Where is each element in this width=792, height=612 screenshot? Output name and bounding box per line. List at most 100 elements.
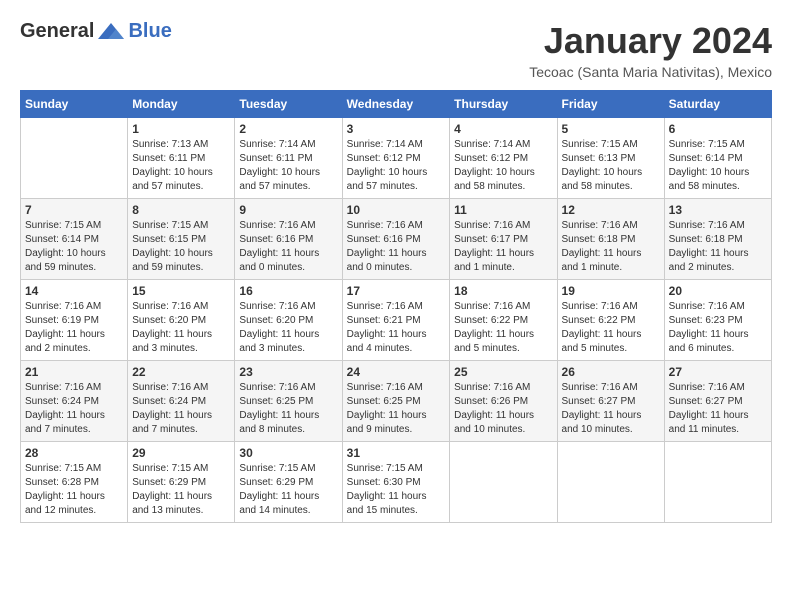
- calendar-day-cell: [21, 118, 128, 199]
- day-info: Sunrise: 7:16 AMSunset: 6:22 PMDaylight:…: [562, 300, 660, 356]
- day-info: Sunrise: 7:13 AMSunset: 6:11 PMDaylight:…: [132, 138, 230, 194]
- calendar-day-cell: 4 Sunrise: 7:14 AMSunset: 6:12 PMDaylight…: [450, 118, 557, 199]
- weekday-header: Monday: [128, 91, 235, 118]
- day-number: 24: [347, 365, 446, 379]
- calendar-day-cell: 30 Sunrise: 7:15 AMSunset: 6:29 PMDayligh…: [235, 442, 342, 523]
- day-info: Sunrise: 7:16 AMSunset: 6:27 PMDaylight:…: [562, 381, 660, 437]
- weekday-header: Friday: [557, 91, 664, 118]
- calendar-week-row: 28Sunrise: 7:15 AMSunset: 6:28 PMDayligh…: [21, 442, 772, 523]
- day-number: 4: [454, 122, 552, 136]
- title-block: January 2024 Tecoac (Santa Maria Nativit…: [529, 20, 772, 80]
- day-info: Sunrise: 7:15 AMSunset: 6:29 PMDaylight:…: [132, 462, 230, 518]
- day-number: 17: [347, 284, 446, 298]
- day-number: 6: [669, 122, 767, 136]
- calendar-day-cell: 12 Sunrise: 7:16 AMSunset: 6:18 PMDayligh…: [557, 199, 664, 280]
- calendar-day-cell: 10 Sunrise: 7:16 AMSunset: 6:16 PMDayligh…: [342, 199, 450, 280]
- day-info: Sunrise: 7:15 AMSunset: 6:29 PMDaylight:…: [239, 462, 337, 518]
- day-info: Sunrise: 7:16 AMSunset: 6:23 PMDaylight:…: [669, 300, 767, 356]
- day-number: 11: [454, 203, 552, 217]
- weekday-header: Thursday: [450, 91, 557, 118]
- day-info: Sunrise: 7:16 AMSunset: 6:16 PMDaylight:…: [239, 219, 337, 275]
- calendar-day-cell: 13 Sunrise: 7:16 AMSunset: 6:18 PMDayligh…: [664, 199, 771, 280]
- calendar-day-cell: [450, 442, 557, 523]
- calendar-day-cell: 16 Sunrise: 7:16 AMSunset: 6:20 PMDayligh…: [235, 280, 342, 361]
- calendar-day-cell: 23 Sunrise: 7:16 AMSunset: 6:25 PMDayligh…: [235, 361, 342, 442]
- day-number: 9: [239, 203, 337, 217]
- calendar-day-cell: 31Sunrise: 7:15 AMSunset: 6:30 PMDayligh…: [342, 442, 450, 523]
- day-number: 26: [562, 365, 660, 379]
- calendar-day-cell: 20 Sunrise: 7:16 AMSunset: 6:23 PMDayligh…: [664, 280, 771, 361]
- day-info: Sunrise: 7:15 AMSunset: 6:30 PMDaylight:…: [347, 462, 446, 518]
- logo-blue-text: Blue: [128, 20, 171, 43]
- day-number: 22: [132, 365, 230, 379]
- day-info: Sunrise: 7:16 AMSunset: 6:27 PMDaylight:…: [669, 381, 767, 437]
- calendar-day-cell: [664, 442, 771, 523]
- calendar-day-cell: 21 Sunrise: 7:16 AMSunset: 6:24 PMDayligh…: [21, 361, 128, 442]
- day-info: Sunrise: 7:15 AMSunset: 6:13 PMDaylight:…: [562, 138, 660, 194]
- day-number: 15: [132, 284, 230, 298]
- calendar-week-row: 1Sunrise: 7:13 AMSunset: 6:11 PMDaylight…: [21, 118, 772, 199]
- day-info: Sunrise: 7:16 AMSunset: 6:20 PMDaylight:…: [239, 300, 337, 356]
- day-info: Sunrise: 7:16 AMSunset: 6:19 PMDaylight:…: [25, 300, 123, 356]
- day-number: 10: [347, 203, 446, 217]
- day-number: 7: [25, 203, 123, 217]
- logo-icon: [96, 21, 126, 43]
- logo-general-text: General: [20, 20, 94, 43]
- calendar-day-cell: 8Sunrise: 7:15 AMSunset: 6:15 PMDaylight…: [128, 199, 235, 280]
- calendar-day-cell: 15 Sunrise: 7:16 AMSunset: 6:20 PMDayligh…: [128, 280, 235, 361]
- day-number: 21: [25, 365, 123, 379]
- calendar-day-cell: 3Sunrise: 7:14 AMSunset: 6:12 PMDaylight…: [342, 118, 450, 199]
- day-info: Sunrise: 7:16 AMSunset: 6:18 PMDaylight:…: [562, 219, 660, 275]
- day-number: 12: [562, 203, 660, 217]
- calendar-day-cell: 18Sunrise: 7:16 AMSunset: 6:22 PMDayligh…: [450, 280, 557, 361]
- weekday-header-row: SundayMondayTuesdayWednesdayThursdayFrid…: [21, 91, 772, 118]
- location-subtitle: Tecoac (Santa Maria Nativitas), Mexico: [529, 64, 772, 80]
- calendar-day-cell: 2Sunrise: 7:14 AMSunset: 6:11 PMDaylight…: [235, 118, 342, 199]
- day-number: 3: [347, 122, 446, 136]
- day-number: 16: [239, 284, 337, 298]
- day-number: 2: [239, 122, 337, 136]
- day-number: 29: [132, 446, 230, 460]
- day-info: Sunrise: 7:16 AMSunset: 6:20 PMDaylight:…: [132, 300, 230, 356]
- calendar-day-cell: 9 Sunrise: 7:16 AMSunset: 6:16 PMDaylight…: [235, 199, 342, 280]
- day-number: 25: [454, 365, 552, 379]
- weekday-header: Sunday: [21, 91, 128, 118]
- calendar-day-cell: 6Sunrise: 7:15 AMSunset: 6:14 PMDaylight…: [664, 118, 771, 199]
- calendar-day-cell: 17 Sunrise: 7:16 AMSunset: 6:21 PMDayligh…: [342, 280, 450, 361]
- day-info: Sunrise: 7:16 AMSunset: 6:26 PMDaylight:…: [454, 381, 552, 437]
- day-info: Sunrise: 7:16 AMSunset: 6:24 PMDaylight:…: [25, 381, 123, 437]
- calendar-day-cell: 5 Sunrise: 7:15 AMSunset: 6:13 PMDaylight…: [557, 118, 664, 199]
- calendar-day-cell: 24 Sunrise: 7:16 AMSunset: 6:25 PMDayligh…: [342, 361, 450, 442]
- calendar-day-cell: 1Sunrise: 7:13 AMSunset: 6:11 PMDaylight…: [128, 118, 235, 199]
- day-number: 30: [239, 446, 337, 460]
- calendar-week-row: 7 Sunrise: 7:15 AMSunset: 6:14 PMDaylight…: [21, 199, 772, 280]
- day-info: Sunrise: 7:16 AMSunset: 6:25 PMDaylight:…: [347, 381, 446, 437]
- calendar-day-cell: 14 Sunrise: 7:16 AMSunset: 6:19 PMDayligh…: [21, 280, 128, 361]
- page-header: General Blue January 2024 Tecoac (Santa …: [20, 20, 772, 80]
- day-number: 18: [454, 284, 552, 298]
- weekday-header: Tuesday: [235, 91, 342, 118]
- day-info: Sunrise: 7:16 AMSunset: 6:25 PMDaylight:…: [239, 381, 337, 437]
- day-info: Sunrise: 7:15 AMSunset: 6:14 PMDaylight:…: [25, 219, 123, 275]
- calendar-day-cell: 29 Sunrise: 7:15 AMSunset: 6:29 PMDayligh…: [128, 442, 235, 523]
- day-info: Sunrise: 7:14 AMSunset: 6:12 PMDaylight:…: [454, 138, 552, 194]
- day-number: 20: [669, 284, 767, 298]
- day-number: 19: [562, 284, 660, 298]
- day-info: Sunrise: 7:15 AMSunset: 6:15 PMDaylight:…: [132, 219, 230, 275]
- day-info: Sunrise: 7:16 AMSunset: 6:18 PMDaylight:…: [669, 219, 767, 275]
- calendar-day-cell: 19 Sunrise: 7:16 AMSunset: 6:22 PMDayligh…: [557, 280, 664, 361]
- day-info: Sunrise: 7:16 AMSunset: 6:16 PMDaylight:…: [347, 219, 446, 275]
- calendar-week-row: 21 Sunrise: 7:16 AMSunset: 6:24 PMDayligh…: [21, 361, 772, 442]
- calendar-day-cell: 22Sunrise: 7:16 AMSunset: 6:24 PMDayligh…: [128, 361, 235, 442]
- day-number: 23: [239, 365, 337, 379]
- calendar-day-cell: 11Sunrise: 7:16 AMSunset: 6:17 PMDayligh…: [450, 199, 557, 280]
- weekday-header: Wednesday: [342, 91, 450, 118]
- day-number: 5: [562, 122, 660, 136]
- day-number: 14: [25, 284, 123, 298]
- calendar-day-cell: 26 Sunrise: 7:16 AMSunset: 6:27 PMDayligh…: [557, 361, 664, 442]
- day-info: Sunrise: 7:16 AMSunset: 6:21 PMDaylight:…: [347, 300, 446, 356]
- weekday-header: Saturday: [664, 91, 771, 118]
- day-number: 13: [669, 203, 767, 217]
- logo: General Blue: [20, 20, 172, 43]
- calendar-table: SundayMondayTuesdayWednesdayThursdayFrid…: [20, 90, 772, 523]
